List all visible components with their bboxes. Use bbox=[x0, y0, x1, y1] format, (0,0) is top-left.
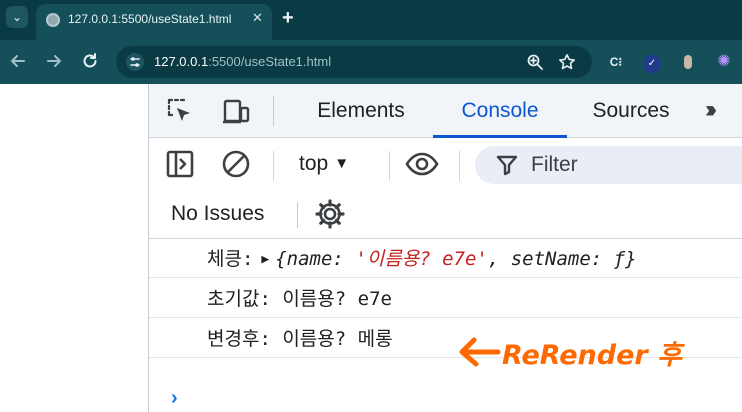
context-selector[interactable]: top ▼ bbox=[299, 149, 349, 179]
browser-tab[interactable]: 127.0.0.1:5500/useState1.html ✕ bbox=[36, 4, 272, 40]
console-message: 초기값: 이름용? e7e bbox=[149, 280, 742, 318]
star-icon[interactable] bbox=[558, 53, 576, 71]
toolbar-divider bbox=[273, 151, 274, 181]
globe-icon bbox=[46, 13, 60, 27]
log-text: 초기값: 이름용? e7e bbox=[207, 288, 392, 310]
tab-title: 127.0.0.1:5500/useState1.html bbox=[68, 12, 232, 26]
issues-label[interactable]: No Issues bbox=[171, 201, 264, 227]
tab-sources[interactable]: Sources bbox=[579, 84, 683, 138]
new-tab-button[interactable]: + bbox=[282, 8, 294, 28]
extension-c-icon[interactable]: C⁝ bbox=[606, 52, 626, 72]
url-host: 127.0.0.1 bbox=[154, 54, 209, 69]
arrow-right-icon bbox=[47, 55, 61, 67]
caret-down-icon: ▼ bbox=[334, 155, 350, 172]
console-message: 체킁: ▶ {name: '이름용? e7e', setName: ƒ} bbox=[149, 240, 742, 278]
toolbar-divider bbox=[297, 202, 298, 228]
inspect-element-icon[interactable] bbox=[165, 96, 195, 126]
console-toolbar: top ▼ Filter bbox=[149, 139, 742, 189]
browser-tab-strip: ⌄ 127.0.0.1:5500/useState1.html ✕ + bbox=[0, 0, 742, 40]
reload-icon bbox=[83, 53, 97, 68]
gear-icon[interactable] bbox=[315, 199, 345, 229]
site-info-icon[interactable] bbox=[126, 53, 144, 71]
toolbar-divider bbox=[389, 151, 390, 181]
object-name-value: '이름용? e7e' bbox=[355, 248, 488, 270]
filter-placeholder: Filter bbox=[531, 153, 578, 176]
log-label: 체킁: bbox=[207, 248, 254, 270]
toolbar-divider bbox=[273, 96, 274, 126]
arrow-left-icon bbox=[459, 337, 501, 367]
tab-console[interactable]: Console bbox=[433, 84, 567, 138]
console-prompt-icon[interactable]: › bbox=[171, 388, 178, 408]
sidebar-toggle-icon[interactable] bbox=[165, 149, 195, 179]
back-button[interactable] bbox=[8, 51, 28, 71]
log-text: 체킁: ▶ {name: '이름용? e7e', setName: ƒ} bbox=[207, 247, 637, 272]
tab-elements[interactable]: Elements bbox=[299, 84, 423, 138]
forward-button[interactable] bbox=[44, 51, 64, 71]
web-page-viewport bbox=[0, 84, 148, 412]
tab-search-menu-button[interactable]: ⌄ bbox=[6, 6, 28, 28]
extensions-puzzle-icon[interactable]: ✺ bbox=[714, 52, 734, 72]
url-text[interactable]: 127.0.0.1:5500/useState1.html bbox=[154, 54, 331, 69]
expand-triangle-icon[interactable]: ▶ bbox=[261, 248, 269, 272]
url-path: :5500/useState1.html bbox=[208, 54, 332, 69]
issues-bar: No Issues bbox=[149, 189, 742, 239]
reload-button[interactable] bbox=[80, 51, 100, 71]
filter-icon bbox=[495, 153, 519, 177]
arrow-left-icon bbox=[11, 55, 25, 67]
context-value: top bbox=[299, 152, 329, 175]
more-tabs-icon[interactable]: ››› bbox=[705, 98, 717, 122]
close-tab-icon[interactable]: ✕ bbox=[252, 10, 263, 26]
handwritten-annotation: ReRender 후 bbox=[459, 337, 685, 371]
clear-console-icon[interactable] bbox=[221, 149, 251, 179]
toolbar-divider bbox=[459, 151, 460, 181]
eye-icon[interactable] bbox=[405, 149, 439, 179]
devtools-tab-bar: Elements Console Sources ››› bbox=[149, 84, 742, 138]
object-preview-rest: , setName: ƒ} bbox=[487, 248, 637, 270]
browser-toolbar: 127.0.0.1:5500/useState1.html C⁝ ✓ ✺ bbox=[0, 40, 742, 84]
address-bar[interactable]: 127.0.0.1:5500/useState1.html bbox=[116, 46, 592, 78]
device-toolbar-icon[interactable] bbox=[221, 96, 251, 126]
extension-shield-icon[interactable]: ✓ bbox=[642, 52, 662, 73]
filter-input[interactable]: Filter bbox=[475, 146, 742, 184]
extension-pin-icon[interactable] bbox=[678, 52, 698, 72]
annotation-text: ReRender 후 bbox=[502, 340, 685, 371]
object-preview[interactable]: {name: '이름용? e7e', setName: ƒ} bbox=[275, 248, 636, 270]
object-preview-open: {name: bbox=[275, 248, 356, 270]
log-text: 변경후: 이름용? 메롱 bbox=[207, 328, 393, 350]
zoom-icon[interactable] bbox=[526, 53, 544, 71]
